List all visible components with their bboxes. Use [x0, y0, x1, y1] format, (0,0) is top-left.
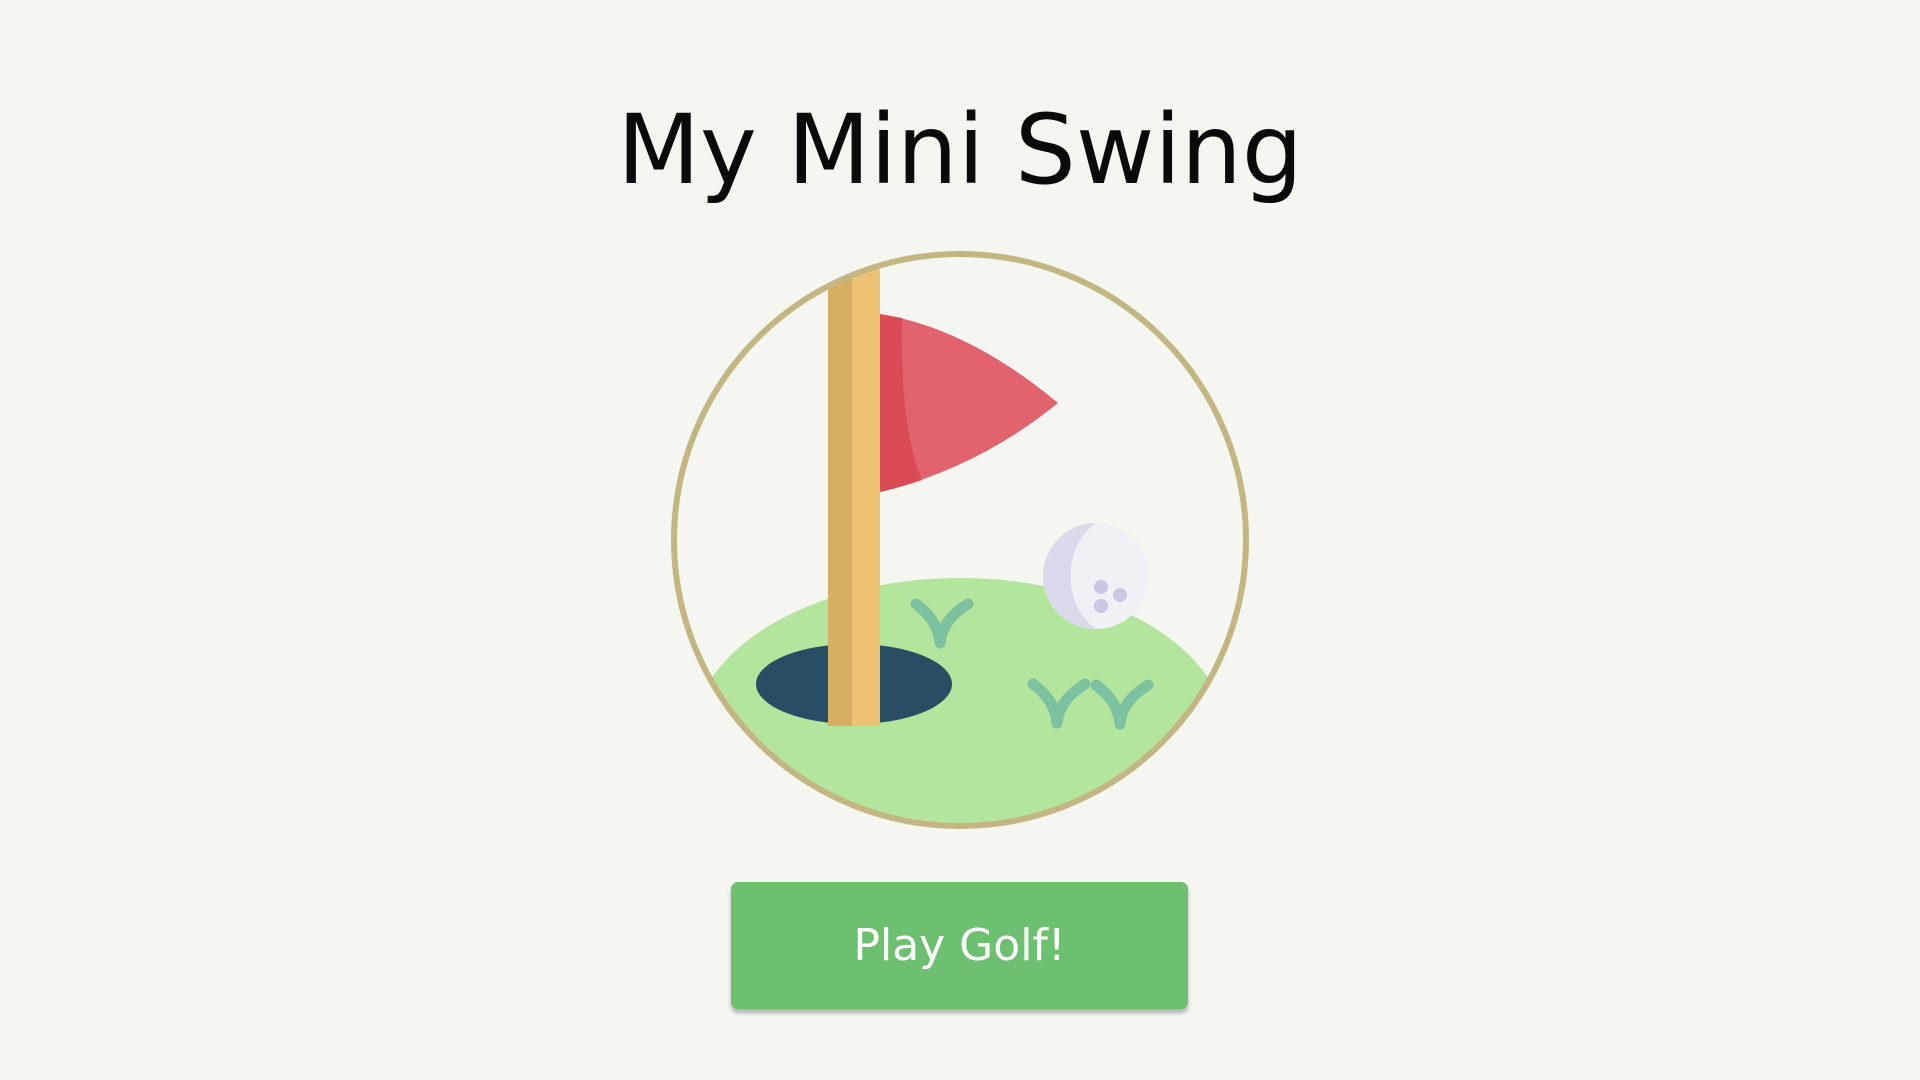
play-golf-button[interactable]: Play Golf!: [731, 882, 1188, 1009]
game-title: My Mini Swing: [617, 94, 1303, 206]
golf-flag-hole-icon: [671, 251, 1249, 829]
title-screen: My Mini Swing Play Golf!: [0, 0, 1920, 1080]
flag-pole: [828, 254, 854, 726]
golf-logo: [668, 248, 1252, 832]
